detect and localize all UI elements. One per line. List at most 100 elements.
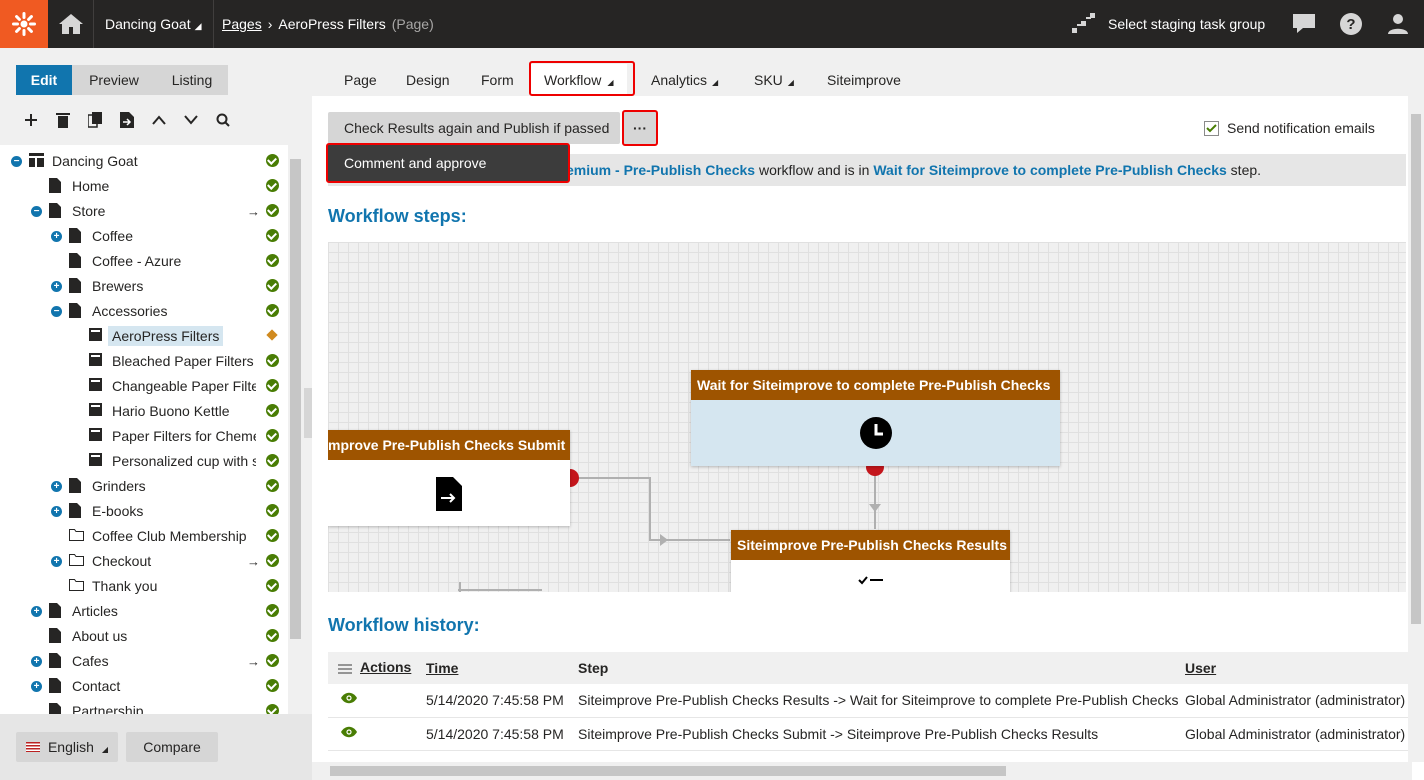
column-step-label: Step (578, 660, 609, 676)
published-status-icon (266, 204, 279, 217)
row-user: Global Administrator (administrator) (1185, 684, 1408, 718)
main-vertical-scrollbar[interactable] (1408, 96, 1424, 762)
chevron-down-icon[interactable] (180, 110, 201, 130)
page-icon (69, 478, 81, 496)
copy-icon[interactable] (84, 110, 105, 130)
panel-resize-handle[interactable] (304, 388, 312, 438)
main-horizontal-scrollbar[interactable] (312, 762, 1412, 780)
column-time-header[interactable]: Time (426, 652, 578, 684)
column-user-header[interactable]: User (1185, 652, 1408, 684)
tree-node[interactable]: + Articles (0, 600, 288, 622)
collapse-icon[interactable]: − (11, 156, 22, 167)
edited-status-icon (266, 329, 279, 342)
tab-siteimprove[interactable]: Siteimprove (827, 66, 901, 94)
tree-node[interactable]: + Coffee (0, 225, 288, 247)
published-status-icon (266, 229, 279, 242)
tree-node[interactable]: Changeable Paper Filter (0, 375, 288, 397)
expand-icon[interactable]: + (31, 606, 42, 617)
tab-sku[interactable]: SKU ◢ (754, 66, 794, 94)
page-icon (49, 203, 61, 221)
help-icon[interactable]: ? (1331, 0, 1371, 48)
chevron-up-icon[interactable] (148, 110, 169, 130)
tree-node[interactable]: Thank you (0, 575, 288, 597)
move-icon[interactable] (116, 110, 137, 130)
tree-node[interactable]: + Contact (0, 675, 288, 697)
published-status-icon (266, 454, 279, 467)
step-node-results[interactable]: Siteimprove Pre-Publish Checks Results (731, 530, 1010, 592)
tree-node-label: Dancing Goat (52, 153, 138, 169)
language-selector[interactable]: English ◢ (16, 732, 118, 762)
chat-icon[interactable] (1284, 0, 1324, 48)
tab-sku-label: SKU (754, 72, 783, 88)
tree-node[interactable]: − Accessories (0, 300, 288, 322)
tree-node-label: Articles (72, 603, 118, 619)
user-icon[interactable] (1378, 0, 1418, 48)
search-icon[interactable] (212, 110, 233, 130)
expand-icon[interactable]: + (51, 231, 62, 242)
expand-icon[interactable]: + (51, 281, 62, 292)
expand-icon[interactable]: + (51, 506, 62, 517)
tree-node[interactable]: − Dancing Goat (0, 150, 288, 172)
tab-analytics[interactable]: Analytics ◢ (651, 66, 718, 94)
tree-node[interactable]: Bleached Paper Filters V (0, 350, 288, 372)
tree-node-label: Hario Buono Kettle (112, 403, 230, 419)
compare-button[interactable]: Compare (126, 732, 218, 762)
published-status-icon (266, 404, 279, 417)
tree-node[interactable]: Personalized cup with sa (0, 450, 288, 472)
tree-node-label: Thank you (92, 578, 158, 594)
mode-listing-button[interactable]: Listing (156, 65, 228, 95)
tree-node[interactable]: + Grinders (0, 475, 288, 497)
collapse-icon[interactable]: − (31, 206, 42, 217)
tree-node[interactable]: Coffee - Azure (0, 250, 288, 272)
tab-page[interactable]: Page (344, 66, 377, 94)
tree-node[interactable]: + Checkout → (0, 550, 288, 572)
step-node-submit[interactable]: mprove Pre-Publish Checks Submit (328, 430, 570, 526)
tree-node[interactable]: About us (0, 625, 288, 647)
expand-icon[interactable]: + (51, 481, 62, 492)
mode-preview-button[interactable]: Preview (72, 65, 156, 95)
workflow-primary-action-button[interactable]: Check Results again and Publish if passe… (328, 112, 620, 144)
tree-scrollbar[interactable] (288, 145, 304, 765)
expand-icon[interactable]: + (31, 681, 42, 692)
expand-icon[interactable]: + (51, 556, 62, 567)
folder-icon (69, 528, 84, 544)
tree-node[interactable]: Home (0, 175, 288, 197)
tree-node[interactable]: Coffee Club Membership (0, 525, 288, 547)
breadcrumb: Pages › AeroPress Filters (Page) (222, 0, 434, 48)
tree-node[interactable]: AeroPress Filters (0, 325, 288, 347)
tree-node[interactable]: Hario Buono Kettle (0, 400, 288, 422)
tree-node[interactable]: + Cafes → (0, 650, 288, 672)
staging-task-group-selector[interactable]: Select staging task group (1072, 0, 1265, 48)
home-icon[interactable] (48, 0, 94, 48)
published-status-icon (266, 254, 279, 267)
mode-edit-button[interactable]: Edit (16, 65, 72, 95)
tree-node[interactable]: Paper Filters for Chemex (0, 425, 288, 447)
notification-checkbox[interactable] (1204, 120, 1219, 136)
tree-node-label: Personalized cup with sa (112, 453, 256, 469)
published-status-icon (266, 529, 279, 542)
us-flag-icon (25, 742, 40, 752)
tab-design[interactable]: Design (406, 66, 450, 94)
tree-node[interactable]: + Brewers (0, 275, 288, 297)
delete-icon[interactable] (52, 110, 73, 130)
collapse-icon[interactable]: − (51, 306, 62, 317)
breadcrumb-pages-link[interactable]: Pages (222, 16, 262, 32)
site-selector[interactable]: Dancing Goat ◢ (94, 0, 214, 48)
row-time: 5/14/2020 7:45:58 PM (426, 684, 578, 718)
tree-node[interactable]: − Store → (0, 200, 288, 222)
column-actions-header[interactable]: Actions (328, 652, 426, 684)
step-node-wait[interactable]: Wait for Siteimprove to complete Pre-Pub… (691, 370, 1060, 466)
published-status-icon (266, 479, 279, 492)
tree-node[interactable]: + E-books (0, 500, 288, 522)
menu-icon[interactable] (338, 661, 352, 677)
page-icon (69, 228, 81, 246)
view-icon[interactable] (328, 684, 426, 718)
kentico-logo-icon[interactable] (0, 0, 48, 48)
expand-icon[interactable]: + (31, 656, 42, 667)
workflow-steps-heading: Workflow steps: (328, 206, 467, 226)
tab-form[interactable]: Form (481, 66, 514, 94)
page-icon (69, 503, 81, 521)
checklist-icon (731, 560, 1010, 588)
view-icon[interactable] (328, 717, 426, 751)
add-icon[interactable] (20, 110, 41, 130)
